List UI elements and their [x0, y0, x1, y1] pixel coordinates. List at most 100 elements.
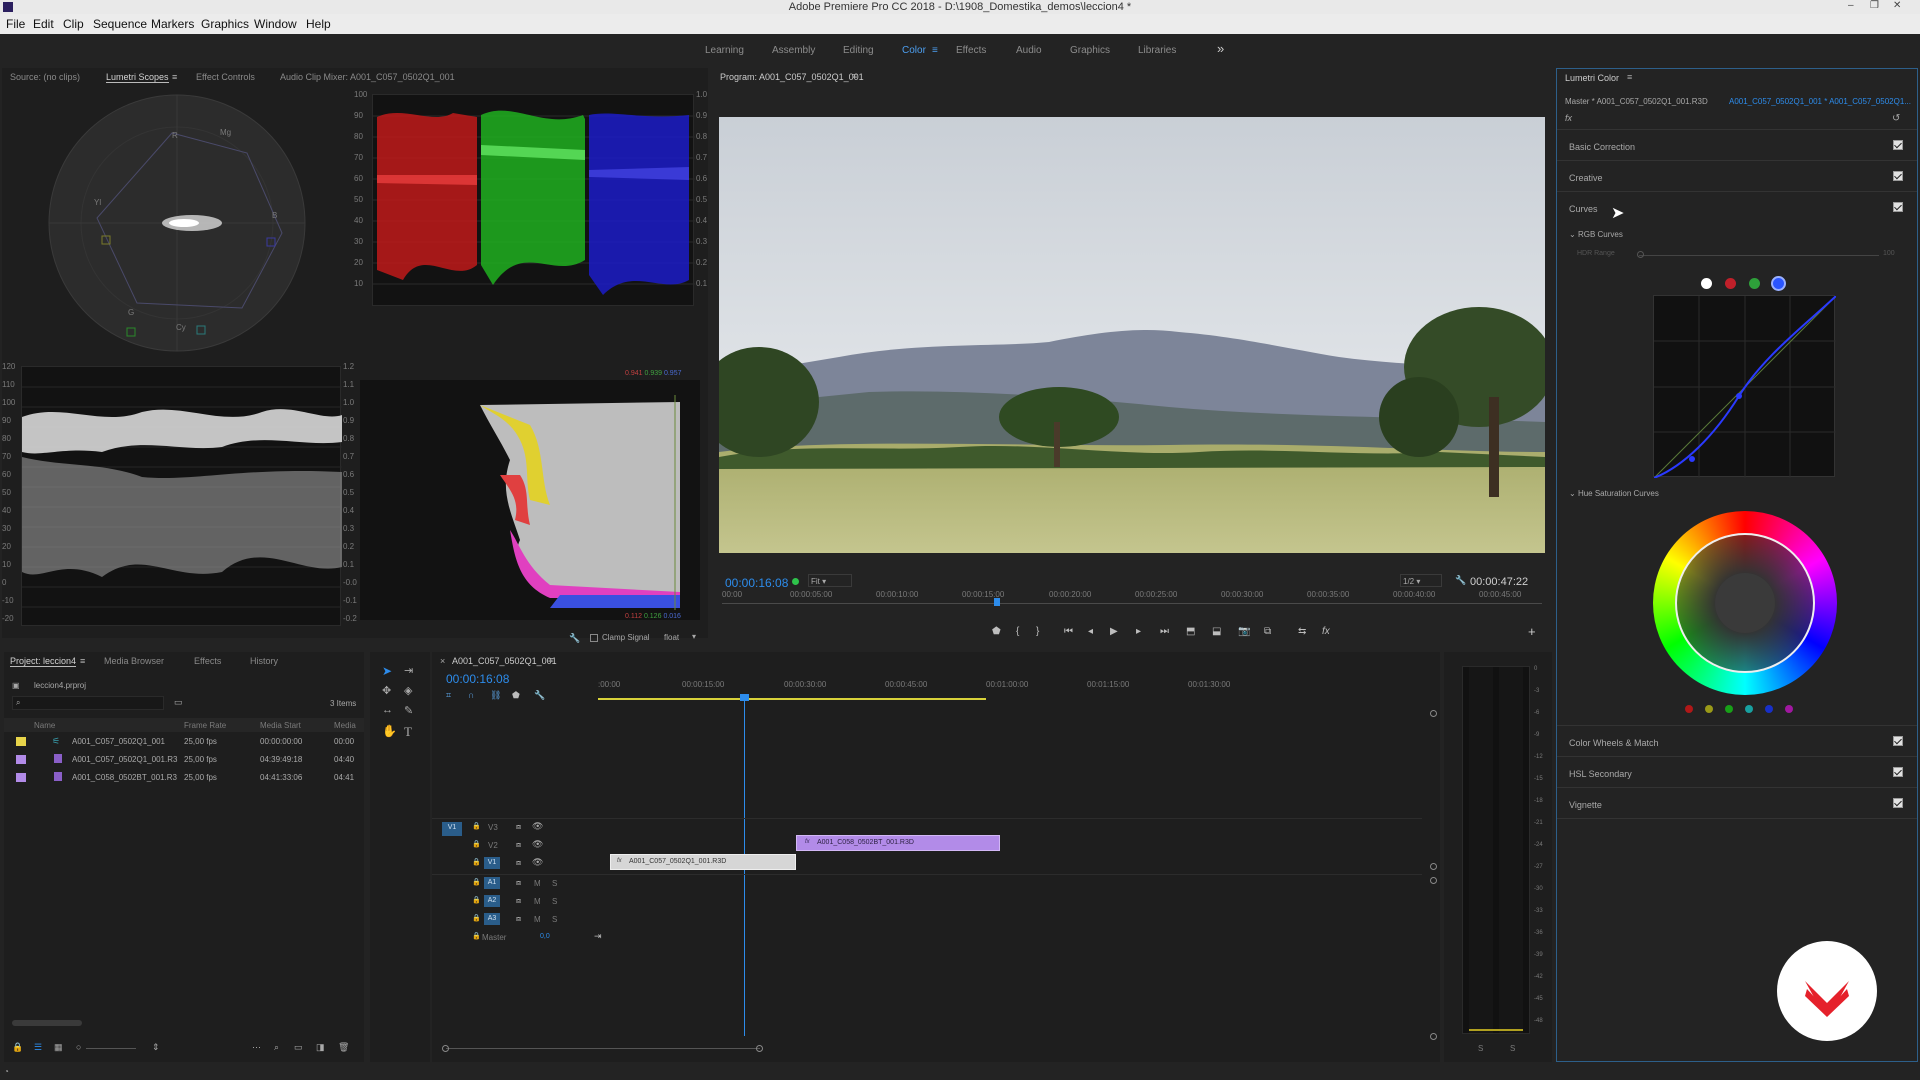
tab-lumetri-scopes[interactable]: Lumetri Scopes: [106, 72, 169, 83]
timeline-timecode[interactable]: 00:00:16:08: [446, 672, 509, 686]
menu-window[interactable]: Window: [254, 14, 297, 31]
ripple-edit-tool-icon[interactable]: ✥: [382, 684, 391, 697]
hsl-secondary-checkbox[interactable]: [1893, 767, 1903, 777]
razor-tool-icon[interactable]: ◈: [404, 684, 412, 697]
creative-checkbox[interactable]: [1893, 171, 1903, 181]
sync-lock-icon[interactable]: ⧈: [516, 858, 521, 868]
extract-icon[interactable]: ⬓: [1212, 626, 1221, 637]
go-to-in-icon[interactable]: ⏮: [1064, 626, 1073, 637]
menu-clip[interactable]: Clip: [63, 14, 84, 31]
chevron-down-icon[interactable]: ▾: [692, 632, 696, 641]
sort-icons-icon[interactable]: ⇕: [152, 1042, 160, 1053]
mark-out-icon[interactable]: }: [1036, 626, 1039, 637]
zoom-left-handle[interactable]: [442, 1045, 449, 1052]
menu-help[interactable]: Help: [306, 14, 331, 31]
new-bin-icon[interactable]: ▭: [174, 697, 183, 708]
restore-button[interactable]: ❐: [1870, 0, 1879, 11]
hue-saturation-wheel[interactable]: [1653, 511, 1837, 695]
step-back-icon[interactable]: ◂: [1088, 626, 1093, 637]
icon-view-icon[interactable]: ▦: [54, 1042, 63, 1053]
curves-checkbox[interactable]: [1893, 202, 1903, 212]
trash-icon[interactable]: 🗑: [338, 1042, 349, 1053]
settings-wrench-icon[interactable]: 🔧: [1455, 575, 1466, 586]
sync-lock-icon[interactable]: ⧈: [516, 914, 521, 924]
clip-v1[interactable]: fx A001_C057_0502Q1_001.R3D: [610, 854, 796, 870]
rgb-curves-label[interactable]: ⌄ RGB Curves: [1569, 230, 1623, 239]
work-area-bar[interactable]: [598, 698, 986, 700]
mute-button[interactable]: M: [534, 897, 541, 906]
go-to-end-icon[interactable]: ⇥: [594, 931, 602, 942]
sequence-tab[interactable]: A001_C057_0502Q1_001: [452, 656, 557, 666]
hue-sat-curves-label[interactable]: ⌄ Hue Saturation Curves: [1569, 489, 1659, 498]
add-marker-icon[interactable]: ⬟: [992, 626, 1001, 637]
menu-edit[interactable]: Edit: [33, 14, 54, 31]
section-vignette[interactable]: Vignette: [1569, 800, 1602, 810]
tab-effects[interactable]: Effects: [194, 656, 221, 666]
go-to-out-icon[interactable]: ⏭: [1160, 626, 1169, 637]
program-menu-icon[interactable]: ≡: [852, 71, 857, 81]
program-ruler[interactable]: 00:00 00:00:05:00 00:00:10:00 00:00:15:0…: [722, 590, 1542, 612]
tab-audio-clip-mixer[interactable]: Audio Clip Mixer: A001_C057_0502Q1_001: [280, 72, 455, 82]
menu-file[interactable]: File: [6, 14, 25, 31]
menu-graphics[interactable]: Graphics: [201, 14, 249, 31]
track-select-tool-icon[interactable]: ⇥: [404, 664, 413, 677]
lumetri-menu-icon[interactable]: ≡: [1627, 72, 1632, 82]
tab-menu-icon[interactable]: ≡: [172, 72, 177, 82]
program-playhead[interactable]: [994, 598, 1000, 606]
swatch-magenta[interactable]: [1785, 705, 1793, 713]
solo-button[interactable]: S: [552, 915, 557, 924]
solo-left-button[interactable]: S: [1478, 1044, 1483, 1053]
sequence-menu-icon[interactable]: ≡: [548, 655, 553, 665]
workspace-editing[interactable]: Editing: [843, 45, 874, 56]
horizontal-scrollbar[interactable]: [12, 1020, 82, 1026]
col-name[interactable]: Name: [34, 721, 55, 730]
eye-icon[interactable]: 👁: [532, 839, 543, 850]
audio-zoom-handle[interactable]: [1430, 1033, 1437, 1040]
tab-effect-controls[interactable]: Effect Controls: [196, 72, 255, 82]
swatch-red[interactable]: [1685, 705, 1693, 713]
eye-icon[interactable]: 👁: [532, 857, 543, 868]
close-button[interactable]: ✕: [1893, 0, 1901, 11]
workspace-learning[interactable]: Learning: [705, 45, 744, 56]
type-tool-icon[interactable]: T: [404, 724, 412, 740]
close-sequence-icon[interactable]: ×: [440, 656, 445, 666]
find-icon[interactable]: ⌕: [274, 1042, 279, 1053]
col-media-start[interactable]: Media Start: [260, 721, 301, 730]
lock-track-icon[interactable]: 🔒: [472, 858, 481, 866]
new-bin-footer-icon[interactable]: ▭: [294, 1042, 303, 1053]
active-clip-label[interactable]: A001_C057_0502Q1_001 * A001_C057_0502Q1.…: [1729, 97, 1911, 106]
menu-markers[interactable]: Markers: [151, 14, 194, 31]
section-basic-correction[interactable]: Basic Correction: [1569, 142, 1635, 152]
mark-in-icon[interactable]: {: [1016, 626, 1019, 637]
add-button-icon[interactable]: +: [1528, 624, 1536, 639]
lock-track-icon[interactable]: 🔒: [472, 822, 481, 830]
reset-icon[interactable]: ↺: [1892, 113, 1900, 124]
red-channel-button[interactable]: [1725, 278, 1736, 289]
swatch-cyan[interactable]: [1745, 705, 1753, 713]
vignette-checkbox[interactable]: [1893, 798, 1903, 808]
hdr-range-slider[interactable]: [1639, 255, 1879, 256]
nest-icon[interactable]: ⌗: [446, 690, 451, 701]
lock-track-icon[interactable]: 🔒: [472, 914, 481, 922]
horizontal-zoom-bar[interactable]: [446, 1048, 760, 1049]
timeline-ruler[interactable]: :00:00 00:00:15:00 00:00:30:00 00:00:45:…: [598, 678, 1422, 702]
lock-track-icon[interactable]: 🔒: [472, 840, 481, 848]
export-frame-icon[interactable]: 📷: [1238, 626, 1250, 637]
audio-scroll-handle[interactable]: [1430, 877, 1437, 884]
eye-icon[interactable]: 👁: [532, 821, 543, 832]
solo-button[interactable]: S: [552, 897, 557, 906]
rgb-curve-graph[interactable]: [1653, 295, 1837, 479]
workspace-menu-icon[interactable]: ≡: [932, 45, 938, 56]
solo-button[interactable]: S: [552, 879, 557, 888]
fx-toggle[interactable]: fx: [1565, 113, 1572, 123]
new-item-icon[interactable]: ◨: [316, 1042, 325, 1053]
zoom-fit-select[interactable]: Fit ▾: [808, 574, 852, 587]
blue-channel-button[interactable]: [1771, 276, 1786, 291]
slip-tool-icon[interactable]: ↔: [382, 704, 393, 716]
workspace-assembly[interactable]: Assembly: [772, 45, 815, 56]
color-wheels-checkbox[interactable]: [1893, 736, 1903, 746]
fx-bypass-icon[interactable]: fx: [1322, 626, 1330, 637]
swatch-yellow[interactable]: [1705, 705, 1713, 713]
lock-icon[interactable]: 🔒: [12, 1042, 23, 1053]
sync-lock-icon[interactable]: ⧈: [516, 840, 521, 850]
